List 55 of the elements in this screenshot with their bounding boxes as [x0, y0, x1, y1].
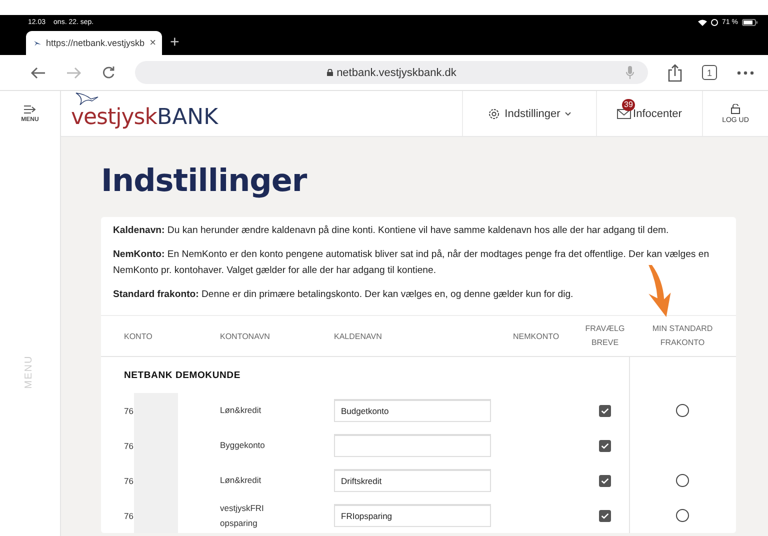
nickname-field[interactable]: Budgetkonto — [334, 399, 491, 422]
column-header: NEMKONTO — [512, 332, 560, 340]
tab-count-button[interactable]: 1 — [702, 65, 717, 80]
back-icon[interactable] — [30, 66, 46, 78]
menu-icon — [24, 104, 36, 114]
settings-icon — [488, 108, 500, 120]
tab-close-button[interactable]: × — [150, 37, 156, 49]
account-name: vestjyskFRI opsparing — [220, 502, 265, 530]
info-paragraph: Kaldenavn: Du kan herunder ændre kaldenavn på dine konti. Kontiene vil have samme kaldenavn hos alle der har adgang til dem. — [113, 224, 670, 238]
tab-title: https://netbank.vestjyskb — [46, 38, 145, 48]
column-header: KONTO — [124, 332, 154, 340]
address-bar[interactable]: netbank.vestjyskbank.dk — [135, 61, 648, 84]
nickname-field[interactable] — [334, 434, 491, 457]
opt-out-checkbox[interactable] — [599, 440, 611, 452]
account-name: Byggekonto — [220, 439, 266, 452]
opt-out-checkbox[interactable] — [599, 474, 611, 486]
column-header: KONTONAVN — [220, 332, 271, 340]
account-number: 76 — [124, 406, 134, 416]
notification-badge: 39 — [622, 98, 635, 110]
unlocked-icon — [731, 104, 740, 114]
browser-tab[interactable]: https://netbank.vestjyskb × — [26, 31, 162, 55]
account-number: 76 — [124, 510, 134, 520]
info-paragraph: Standard frakonto: Denne er din primære betalingskonto. Der kan vælges en, og denne gælder kun for dig. — [113, 288, 574, 302]
account-name: Løn&kredit — [220, 474, 262, 487]
reload-icon[interactable] — [102, 66, 115, 79]
bird-icon — [34, 40, 41, 46]
share-icon[interactable] — [668, 64, 682, 82]
column-header: MIN STANDARD FRAKONTO — [651, 323, 714, 349]
nickname-field[interactable]: FRIopsparing — [334, 504, 491, 527]
customer-group-heading: NETBANK DEMOKUNDE — [124, 370, 240, 380]
column-header: FRAVÆLG BREVE — [584, 323, 626, 349]
nickname-field[interactable]: Driftskredit — [334, 469, 491, 492]
address-text: netbank.vestjyskbank.dk — [336, 66, 456, 78]
orientation-lock-icon — [711, 19, 718, 26]
new-tab-button[interactable]: + — [170, 34, 180, 52]
info-paragraph: NemKonto: En NemKonto er den konto pengene automatisk bliver sat ind på, når der modtages penge fra det offentlige. Der kan vælges en NemKonto pr. kontohaver. Valget gælder for alle der har adgang til kontiene. — [113, 248, 710, 278]
chevron-down-icon — [565, 112, 572, 116]
account-number: 76 — [124, 440, 134, 450]
opt-out-checkbox[interactable] — [599, 510, 611, 522]
account-name: Løn&kredit — [220, 404, 262, 417]
more-icon[interactable] — [737, 70, 754, 74]
wifi-icon — [698, 19, 708, 26]
standard-account-radio[interactable] — [676, 404, 689, 417]
column-header: KALDENAVN — [334, 332, 383, 340]
page-title: Indstillinger — [101, 163, 308, 199]
bank-logo[interactable]: vestjyskBANK — [61, 91, 218, 136]
infocenter-link[interactable]: 39 Infocenter — [596, 91, 702, 136]
standard-account-radio[interactable] — [676, 474, 689, 487]
settings-menu[interactable]: Indstillinger — [462, 91, 596, 136]
opt-out-checkbox[interactable] — [599, 404, 611, 416]
lock-icon — [326, 69, 333, 76]
envelope-icon — [617, 108, 632, 118]
account-number: 76 — [124, 476, 134, 486]
standard-account-radio[interactable] — [676, 509, 689, 522]
battery-icon — [742, 19, 758, 26]
